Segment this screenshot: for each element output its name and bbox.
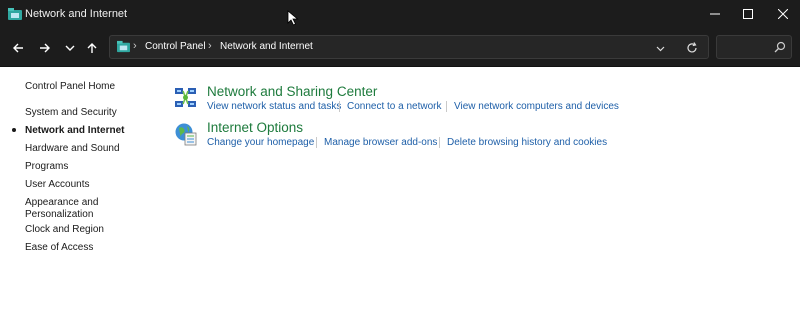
chevron-down-icon	[65, 45, 75, 51]
mouse-cursor-icon	[287, 10, 299, 26]
delete-browsing-history-link[interactable]: Delete browsing history and cookies	[447, 137, 607, 148]
internet-options-icon[interactable]	[174, 122, 198, 146]
refresh-button[interactable]	[684, 40, 700, 56]
address-history-button[interactable]	[653, 41, 667, 55]
breadcrumb-separator-icon[interactable]: ›	[208, 40, 212, 52]
change-homepage-link[interactable]: Change your homepage	[207, 137, 314, 148]
sidebar-item-network-and-internet[interactable]: Network and Internet	[25, 125, 124, 137]
search-box[interactable]	[716, 35, 792, 59]
network-and-sharing-center-link[interactable]: Network and Sharing Center	[207, 84, 377, 99]
left-navigation-pane: Control Panel Home System and Security N…	[0, 67, 160, 336]
breadcrumb-network-and-internet[interactable]: Network and Internet	[220, 41, 313, 52]
sidebar-item-user-accounts[interactable]: User Accounts	[25, 179, 89, 191]
link-separator	[446, 101, 447, 112]
breadcrumb-separator-icon[interactable]: ›	[133, 40, 137, 52]
link-separator	[339, 101, 340, 112]
view-network-computers-link[interactable]: View network computers and devices	[454, 101, 619, 112]
arrow-up-icon	[87, 43, 97, 53]
manage-add-ons-link[interactable]: Manage browser add-ons	[324, 137, 437, 148]
active-bullet-icon	[12, 128, 16, 132]
arrow-left-icon	[13, 43, 23, 53]
close-icon	[778, 9, 788, 19]
forward-button[interactable]	[36, 39, 54, 57]
sidebar-item-appearance-and-personalization[interactable]: Appearance and Personalization	[25, 197, 125, 221]
sidebar-item-system-and-security[interactable]: System and Security	[25, 107, 117, 119]
sidebar-item-control-panel-home[interactable]: Control Panel Home	[25, 81, 115, 93]
sidebar-item-ease-of-access[interactable]: Ease of Access	[25, 242, 93, 254]
link-separator	[316, 137, 317, 148]
minimize-icon	[710, 13, 720, 15]
refresh-icon	[687, 42, 697, 53]
sidebar-item-hardware-and-sound[interactable]: Hardware and Sound	[25, 143, 120, 155]
network-folder-icon	[117, 40, 130, 53]
network-folder-icon	[8, 8, 22, 20]
search-input[interactable]	[721, 39, 775, 57]
connect-to-network-link[interactable]: Connect to a network	[347, 101, 442, 112]
sidebar-item-clock-and-region[interactable]: Clock and Region	[25, 224, 104, 236]
maximize-button[interactable]	[731, 0, 765, 28]
chevron-down-icon	[656, 46, 664, 51]
close-button[interactable]	[766, 0, 800, 28]
link-separator	[439, 137, 440, 148]
address-bar[interactable]: › Control Panel › Network and Internet	[109, 35, 709, 59]
search-icon[interactable]	[774, 41, 786, 53]
recent-locations-button[interactable]	[61, 39, 79, 57]
breadcrumb-control-panel[interactable]: Control Panel	[145, 41, 206, 52]
network-sharing-icon[interactable]	[174, 86, 198, 110]
up-button[interactable]	[83, 39, 101, 57]
maximize-icon	[743, 9, 753, 19]
internet-options-link[interactable]: Internet Options	[207, 120, 303, 135]
back-button[interactable]	[9, 39, 27, 57]
view-network-status-link[interactable]: View network status and tasks	[207, 101, 341, 112]
title-bar: Network and Internet	[0, 0, 800, 30]
sidebar-item-programs[interactable]: Programs	[25, 161, 68, 173]
window-title: Network and Internet	[25, 8, 128, 20]
minimize-button[interactable]	[698, 0, 732, 28]
arrow-right-icon	[40, 43, 50, 53]
